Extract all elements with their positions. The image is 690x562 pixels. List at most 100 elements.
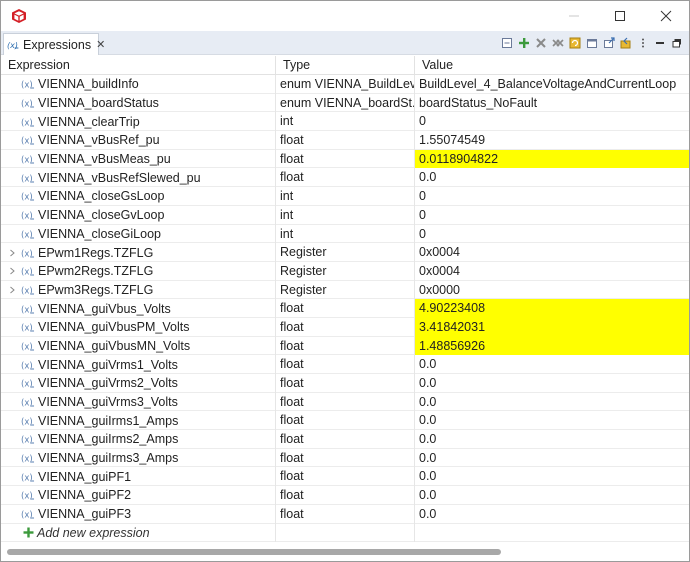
value-cell[interactable]: 0.0118904822 <box>415 149 689 169</box>
value-cell[interactable]: 0 <box>415 187 689 206</box>
table-row[interactable]: (x) = VIENNA_boardStatus enum VIENNA_boardS… <box>1 93 689 113</box>
expression-cell[interactable]: (x) = EPwm2Regs.TZFLG <box>1 261 276 281</box>
expression-cell[interactable]: (x) = VIENNA_guiIrms3_Amps <box>1 448 276 468</box>
expression-cell[interactable]: (x) = VIENNA_boardStatus <box>1 93 276 113</box>
collapse-all-icon[interactable] <box>499 35 515 51</box>
tab-expressions[interactable]: (x) = Expressions ✕ <box>3 33 105 55</box>
table-row[interactable]: (x) = VIENNA_guiIrms2_Amps float 0.0 <box>1 430 689 449</box>
table-row[interactable]: (x) = VIENNA_guiVbusPM_Volts float 3.4184203… <box>1 317 689 337</box>
column-header-type[interactable]: Type <box>276 56 415 75</box>
value-cell[interactable]: BuildLevel_4_BalanceVoltageAndCurrentLoo… <box>415 75 689 94</box>
expression-cell[interactable]: (x) = VIENNA_guiPF2 <box>1 486 276 505</box>
table-row[interactable]: (x) = VIENNA_guiVrms2_Volts float 0.0 <box>1 374 689 393</box>
expression-cell[interactable]: (x) = VIENNA_guiVbusMN_Volts <box>1 336 276 356</box>
add-expression-cell[interactable]: Add new expression <box>1 523 276 543</box>
table-row[interactable]: (x) = VIENNA_guiPF2 float 0.0 <box>1 486 689 505</box>
value-cell[interactable]: 0.0 <box>415 393 689 412</box>
expression-cell[interactable]: (x) = VIENNA_guiVbusPM_Volts <box>1 317 276 337</box>
value-cell[interactable]: 0x0004 <box>415 243 689 262</box>
expression-cell[interactable]: (x) = VIENNA_guiIrms1_Amps <box>1 411 276 431</box>
table-row[interactable]: (x) = VIENNA_guiVbusMN_Volts float 1.4885692… <box>1 336 689 356</box>
value-cell[interactable]: 0 <box>415 112 689 131</box>
expression-cell[interactable]: (x) = VIENNA_clearTrip <box>1 112 276 132</box>
expand-chevron-icon[interactable] <box>5 267 19 275</box>
remove-all-icon[interactable] <box>550 35 566 51</box>
minimize-button[interactable] <box>551 1 597 31</box>
value-cell[interactable]: 0x0004 <box>415 262 689 281</box>
value-cell[interactable]: 1.48856926 <box>415 336 689 356</box>
maximize-button[interactable] <box>597 1 643 31</box>
expression-cell[interactable]: (x) = VIENNA_guiIrms2_Amps <box>1 430 276 449</box>
value-cell[interactable]: 0.0 <box>415 430 689 449</box>
table-row[interactable]: (x) = VIENNA_guiPF3 float 0.0 <box>1 504 689 524</box>
scrollbar-thumb[interactable] <box>7 549 501 555</box>
title-bar[interactable] <box>1 1 689 31</box>
value-cell[interactable]: 1.55074549 <box>415 131 689 150</box>
refresh-icon[interactable] <box>567 35 583 51</box>
table-row[interactable]: (x) = VIENNA_guiVrms3_Volts float 0.0 <box>1 392 689 412</box>
expression-cell[interactable]: (x) = VIENNA_guiVrms3_Volts <box>1 392 276 412</box>
expression-cell[interactable]: (x) = VIENNA_guiPF1 <box>1 467 276 487</box>
value-cell[interactable]: 0.0 <box>415 505 689 524</box>
expression-cell[interactable]: (x) = VIENNA_vBusRefSlewed_pu <box>1 168 276 188</box>
expression-cell[interactable]: (x) = VIENNA_guiPF3 <box>1 504 276 524</box>
expand-chevron-icon[interactable] <box>5 249 19 257</box>
table-row[interactable]: (x) = VIENNA_vBusMeas_pu float 0.0118904822 <box>1 149 689 169</box>
import-icon[interactable] <box>618 35 634 51</box>
value-cell[interactable]: 4.90223408 <box>415 299 689 318</box>
minimize-view-icon[interactable] <box>652 35 668 51</box>
table-row[interactable]: (x) = VIENNA_closeGsLoop int 0 <box>1 187 689 206</box>
table-row[interactable]: (x) = VIENNA_guiPF1 float 0.0 <box>1 467 689 487</box>
table-row[interactable]: (x) = VIENNA_closeGiLoop int 0 <box>1 224 689 244</box>
expression-cell[interactable]: (x) = EPwm3Regs.TZFLG <box>1 280 276 300</box>
expression-cell[interactable]: (x) = VIENNA_closeGsLoop <box>1 187 276 206</box>
expression-cell[interactable]: (x) = EPwm1Regs.TZFLG <box>1 243 276 262</box>
value-cell[interactable]: 0 <box>415 206 689 225</box>
value-cell[interactable]: 0.0 <box>415 168 689 187</box>
add-expression-icon[interactable] <box>516 35 532 51</box>
table-row[interactable]: (x) = VIENNA_vBusRef_pu float 1.55074549 <box>1 131 689 150</box>
value-cell[interactable]: boardStatus_NoFault <box>415 94 689 113</box>
value-cell[interactable]: 0.0 <box>415 449 689 468</box>
table-row[interactable]: (x) = VIENNA_guiVbus_Volts float 4.90223408 <box>1 299 689 318</box>
value-cell[interactable]: 0x0000 <box>415 281 689 300</box>
table-row[interactable]: (x) = EPwm2Regs.TZFLG Register 0x0004 <box>1 261 689 281</box>
expression-cell[interactable]: (x) = VIENNA_buildInfo <box>1 75 276 94</box>
close-button[interactable] <box>643 1 689 31</box>
value-cell[interactable]: 0 <box>415 225 689 244</box>
export-icon[interactable] <box>601 35 617 51</box>
table-row[interactable]: (x) = VIENNA_clearTrip int 0 <box>1 112 689 132</box>
value-cell[interactable]: 0.0 <box>415 467 689 486</box>
expression-cell[interactable]: (x) = VIENNA_closeGiLoop <box>1 224 276 244</box>
horizontal-scrollbar[interactable] <box>1 544 689 561</box>
expression-cell[interactable]: (x) = VIENNA_guiVbus_Volts <box>1 299 276 318</box>
expression-cell[interactable]: (x) = VIENNA_guiVrms2_Volts <box>1 374 276 393</box>
table-row[interactable]: (x) = VIENNA_vBusRefSlewed_pu float 0.0 <box>1 168 689 188</box>
value-cell[interactable]: 3.41842031 <box>415 317 689 337</box>
table-row[interactable]: (x) = EPwm1Regs.TZFLG Register 0x0004 <box>1 243 689 262</box>
expand-chevron-icon[interactable] <box>5 286 19 294</box>
table-row[interactable]: (x) = VIENNA_guiIrms1_Amps float 0.0 <box>1 411 689 431</box>
table-row[interactable]: (x) = VIENNA_guiVrms1_Volts float 0.0 <box>1 355 689 374</box>
table-row[interactable]: (x) = VIENNA_closeGvLoop int 0 <box>1 205 689 225</box>
expression-cell[interactable]: (x) = VIENNA_vBusMeas_pu <box>1 149 276 169</box>
expression-cell[interactable]: (x) = VIENNA_vBusRef_pu <box>1 131 276 150</box>
view-menu-icon[interactable] <box>635 35 651 51</box>
expression-cell[interactable]: (x) = VIENNA_closeGvLoop <box>1 205 276 225</box>
variable-icon: (x) = <box>21 265 35 278</box>
column-header-expression[interactable]: Expression <box>1 56 276 75</box>
expression-cell[interactable]: (x) = VIENNA_guiVrms1_Volts <box>1 355 276 374</box>
maximize-view-icon[interactable] <box>669 35 685 51</box>
table-row[interactable]: (x) = EPwm3Regs.TZFLG Register 0x0000 <box>1 280 689 300</box>
add-expression-row[interactable]: Add new expression <box>1 523 689 543</box>
remove-icon[interactable] <box>533 35 549 51</box>
column-header-value[interactable]: Value <box>415 56 689 75</box>
value-cell[interactable]: 0.0 <box>415 355 689 374</box>
table-row[interactable]: (x) = VIENNA_guiIrms3_Amps float 0.0 <box>1 448 689 468</box>
tab-close-icon[interactable]: ✕ <box>96 38 105 51</box>
value-cell[interactable]: 0.0 <box>415 374 689 393</box>
value-cell[interactable]: 0.0 <box>415 486 689 505</box>
table-row[interactable]: (x) = VIENNA_buildInfo enum VIENNA_BuildLev… <box>1 75 689 94</box>
value-cell[interactable]: 0.0 <box>415 411 689 430</box>
new-watch-icon[interactable] <box>584 35 600 51</box>
